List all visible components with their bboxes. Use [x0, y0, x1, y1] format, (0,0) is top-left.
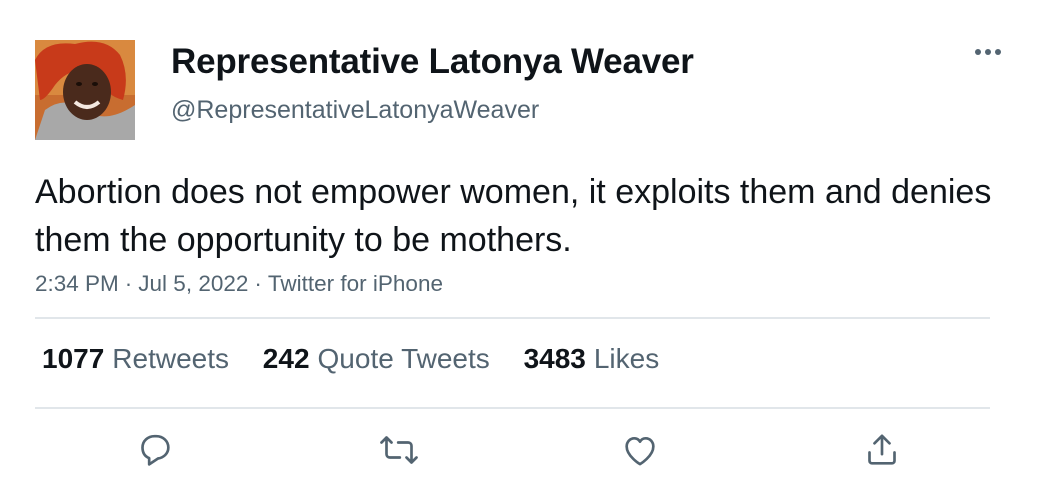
likes-label: Likes — [593, 343, 660, 374]
meta-separator: · — [124, 271, 133, 296]
avatar[interactable] — [35, 40, 135, 140]
reply-icon — [141, 434, 170, 466]
user-handle[interactable]: @RepresentativeLatonyaWeaver — [171, 96, 539, 125]
like-heart-icon — [625, 437, 655, 466]
divider — [35, 317, 990, 319]
tweet-card: Representative Latonya Weaver @Represent… — [0, 0, 1050, 480]
tweet-time[interactable]: 2:34 PM — [35, 271, 119, 296]
more-horizontal-icon[interactable] — [970, 40, 1006, 64]
meta-separator: · — [254, 271, 262, 296]
like-button[interactable] — [620, 430, 660, 470]
retweets-label: Retweets — [112, 343, 230, 374]
likes-stat[interactable]: 3483 Likes — [524, 343, 660, 375]
tweet-date[interactable]: Jul 5, 2022 — [138, 271, 248, 296]
likes-count: 3483 — [523, 343, 586, 374]
divider — [35, 407, 990, 409]
retweets-count: 1077 — [42, 343, 105, 374]
quote-tweets-label: Quote Tweets — [317, 343, 490, 374]
tweet-text: Abortion does not empower women, it expl… — [35, 173, 992, 259]
retweet-icon — [380, 436, 418, 464]
reply-button[interactable] — [135, 430, 175, 470]
tweet-stats: 1077 Retweets 242 Quote Tweets 3483 Likes — [42, 343, 685, 375]
share-button[interactable] — [862, 430, 902, 470]
share-icon — [868, 434, 896, 465]
user-display-name[interactable]: Representative Latonya Weaver — [171, 42, 694, 82]
quote-tweets-count: 242 — [262, 343, 310, 374]
retweets-stat[interactable]: 1077 Retweets — [42, 343, 229, 375]
quote-tweets-stat[interactable]: 242 Quote Tweets — [263, 343, 490, 375]
tweet-meta: 2:34 PM · Jul 5, 2022 · Twitter for iPhone — [35, 271, 443, 297]
avatar-image — [35, 40, 135, 140]
retweet-button[interactable] — [379, 430, 419, 470]
tweet-source[interactable]: Twitter for iPhone — [268, 271, 443, 296]
